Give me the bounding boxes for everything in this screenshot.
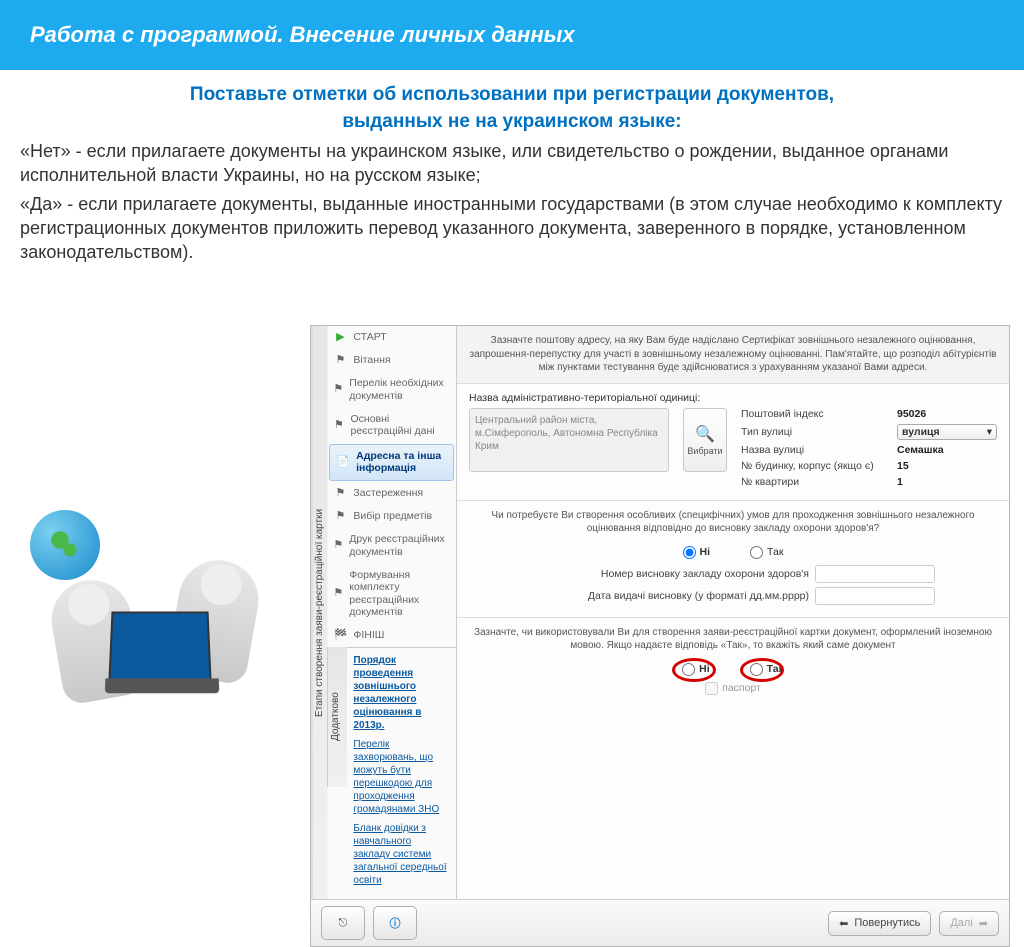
slide-title: Поставьте отметки об использовании при р… <box>20 82 1004 135</box>
street-name-value: Семашка <box>897 444 944 456</box>
bottom-toolbar: ⎋ ⓘ ⬅ Повернутись Далі ➡ <box>311 899 1009 946</box>
paragraph-2: «Да» - если прилагаете документы, выданн… <box>20 192 1004 265</box>
postal-label: Поштовий індекс <box>741 408 891 420</box>
nav-label: Друк реєстраційних документів <box>349 533 450 558</box>
nav-label: Вибір предметів <box>353 510 432 523</box>
document-icon: 📄 <box>336 456 350 469</box>
exit-icon: ⎋ <box>332 912 354 934</box>
flag-icon: ⚑ <box>333 487 347 500</box>
special-conditions-question: Чи потребуєте Ви створення особливих (сп… <box>469 509 997 540</box>
link-order[interactable]: Порядок проведення зовнішнього незалежно… <box>353 654 450 732</box>
finish-flag-icon: 🏁 <box>333 629 347 642</box>
postal-value: 95026 <box>897 408 926 420</box>
exit-button[interactable]: ⎋ <box>321 906 365 940</box>
radio-label-yes: Так <box>767 546 783 558</box>
nav-bundle[interactable]: ⚑ Формування комплекту реєстраційних доку… <box>327 564 456 624</box>
nav-label: Застереження <box>353 487 423 500</box>
region-value: Центральний район міста, м.Сімферополь, … <box>469 408 669 472</box>
back-button[interactable]: ⬅ Повернутись <box>828 911 931 936</box>
link-blank[interactable]: Бланк довідки з навчального закладу сист… <box>353 822 450 887</box>
foreign-radio-no[interactable]: Ні <box>682 663 710 676</box>
magnifier-icon: 🔍 <box>695 424 715 444</box>
flag-icon: ⚑ <box>333 587 343 600</box>
choose-region-button[interactable]: 🔍 Вибрати <box>683 408 727 472</box>
flag-icon: ⚑ <box>333 510 347 523</box>
nav-regdata[interactable]: ⚑ Основні реєстраційні дані <box>327 408 456 443</box>
passport-checkbox[interactable] <box>705 682 718 695</box>
nav-docs[interactable]: ⚑ Перелік необхідних документів <box>327 372 456 407</box>
nav-label: Основні реєстраційні дані <box>350 413 450 438</box>
next-label: Далі <box>950 917 972 929</box>
address-instructions: Зазначте поштову адресу, на яку Вам буде… <box>457 326 1009 383</box>
conclusion-number-label: Номер висновку закладу охорони здоров'я <box>469 568 809 580</box>
nav-label: Адресна та інша інформація <box>356 450 447 475</box>
nav-label: ФІНІШ <box>353 629 384 642</box>
special-radio-no[interactable]: Ні <box>683 546 711 559</box>
sidebar-nav: ▶СТАРТ ⚑Вітання ⚑Перелік необхідних доку… <box>327 326 457 899</box>
flag-icon: ⚑ <box>333 539 343 552</box>
apt-label: № квартири <box>741 476 891 488</box>
conclusion-number-input[interactable] <box>815 565 935 583</box>
play-icon: ▶ <box>333 331 347 344</box>
paragraph-1: «Нет» - если прилагаете документы на укр… <box>20 139 1004 188</box>
foreign-radio-yes[interactable]: Так <box>750 663 784 676</box>
radio-label-no: Ні <box>699 663 710 675</box>
chevron-down-icon: ▾ <box>987 426 992 438</box>
nav-finish[interactable]: 🏁 ФІНІШ <box>327 624 456 647</box>
conclusion-date-input[interactable] <box>815 587 935 605</box>
title-line1: Поставьте отметки об использовании при р… <box>190 84 834 105</box>
vertical-tab-steps[interactable]: Етапи створення заяви-реєстраційної карт… <box>311 326 327 899</box>
flag-icon: ⚑ <box>333 383 343 396</box>
nav-warn[interactable]: ⚑ Застереження <box>327 482 456 505</box>
title-line2: выданных не на украинском языке: <box>342 111 681 132</box>
nav-subjects[interactable]: ⚑ Вибір предметів <box>327 505 456 528</box>
registration-app-window: Етапи створення заяви-реєстраційної карт… <box>310 325 1010 947</box>
flag-icon: ⚑ <box>333 419 344 432</box>
street-name-label: Назва вулиці <box>741 444 891 456</box>
special-radio-yes[interactable]: Так <box>750 546 783 559</box>
house-value: 15 <box>897 460 909 472</box>
vertical-tab-additional[interactable]: Додатково <box>327 647 347 787</box>
conclusion-date-label: Дата видачі висновку (у форматі дд.мм.рр… <box>469 590 809 602</box>
nav-greeting[interactable]: ⚑ Вітання <box>327 349 456 372</box>
radio-label-no: Ні <box>700 546 711 558</box>
arrow-left-icon: ⬅ <box>839 917 848 930</box>
link-diseases[interactable]: Перелік захворювань, що можуть бути пере… <box>353 738 450 816</box>
info-button[interactable]: ⓘ <box>373 906 417 940</box>
street-type-label: Тип вулиці <box>741 426 891 438</box>
radio-label-yes: Так <box>767 663 784 675</box>
info-icon: ⓘ <box>384 912 406 934</box>
house-label: № будинку, корпус (якщо є) <box>741 460 891 472</box>
nav-label: Формування комплекту реєстраційних докум… <box>349 569 450 619</box>
nav-print[interactable]: ⚑ Друк реєстраційних документів <box>327 528 456 563</box>
nav-label: Вітання <box>353 354 390 367</box>
back-label: Повернутись <box>854 917 920 929</box>
nav-address[interactable]: 📄 Адресна та інша інформація <box>329 444 454 481</box>
arrow-right-icon: ➡ <box>979 917 988 930</box>
slide-content: Поставьте отметки об использовании при р… <box>0 70 1024 265</box>
street-type-select[interactable]: вулиця ▾ <box>897 424 997 440</box>
passport-label: паспорт <box>722 682 761 694</box>
region-label: Назва адміністративно-територіальної оди… <box>469 392 997 404</box>
street-type-value: вулиця <box>902 426 940 438</box>
apt-value: 1 <box>897 476 903 488</box>
nav-label: СТАРТ <box>353 331 386 344</box>
nav-label: Перелік необхідних документів <box>349 377 450 402</box>
decorative-illustration <box>0 320 300 700</box>
slide-header: Работа с программой. Внесение личных дан… <box>0 0 1024 70</box>
nav-start[interactable]: ▶ СТАРТ <box>327 326 456 349</box>
foreign-doc-question: Зазначте, чи використовували Ви для ство… <box>469 626 997 657</box>
main-panel: Зазначте поштову адресу, на яку Вам буде… <box>457 326 1009 899</box>
passport-checkbox-row: паспорт <box>469 682 997 695</box>
next-button[interactable]: Далі ➡ <box>939 911 999 936</box>
flag-icon: ⚑ <box>333 354 347 367</box>
choose-label: Вибрати <box>687 446 722 456</box>
